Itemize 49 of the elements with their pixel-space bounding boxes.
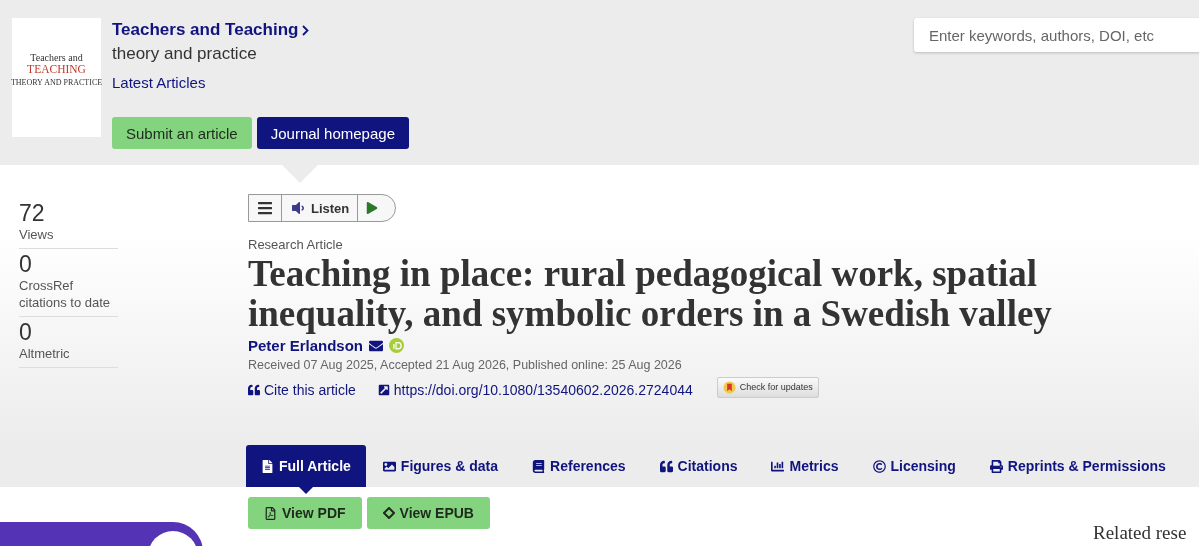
pdf-file-icon: [264, 506, 277, 520]
author-link[interactable]: Peter Erlandson: [248, 337, 364, 354]
document-icon: [261, 459, 274, 473]
metric-label: Views: [19, 227, 55, 244]
related-heading: Related rese: [1093, 522, 1187, 544]
article-tab[interactable]: Metrics: [754, 445, 856, 487]
search-field[interactable]: Enter keywords, authors, DOI, etc: [914, 18, 1199, 52]
menu-icon: [257, 200, 273, 216]
image-icon: [382, 459, 396, 473]
article-tab[interactable]: Licensing: [855, 445, 973, 487]
speaker-icon: [290, 200, 306, 216]
envelope-icon[interactable]: [369, 338, 384, 353]
printer-icon: [989, 459, 1003, 473]
check-updates-button[interactable]: Check for updates: [716, 376, 819, 398]
metric-label: CrossRef citations to date: [19, 277, 112, 312]
view-pdf-button[interactable]: View PDF: [248, 497, 362, 529]
view-epub-button[interactable]: View EPUB: [366, 497, 490, 529]
cover-subtitle: THEORY AND PRACTICE: [10, 77, 103, 87]
quote-icon: [659, 459, 673, 473]
article-type: Research Article: [248, 237, 344, 252]
bookmark-icon: [722, 380, 736, 394]
diamond-icon: [382, 507, 395, 519]
copyright-icon: [872, 459, 886, 473]
article-tab[interactable]: References: [515, 445, 643, 487]
external-link-icon: [377, 384, 390, 396]
journal-homepage-button[interactable]: Journal homepage: [256, 117, 409, 149]
publication-dates: Received 07 Aug 2025, Accepted 21 Aug 2026, Published online: 25 Aug 2026: [248, 358, 683, 372]
metric-value: 0: [19, 250, 32, 278]
metric-value: 0: [19, 318, 32, 346]
journal-subtitle: theory and practice: [112, 44, 258, 64]
submit-article-button[interactable]: Submit an article: [112, 117, 252, 149]
cite-link[interactable]: Cite this article: [248, 382, 356, 398]
book-icon: [532, 459, 546, 473]
doi-link[interactable]: https://doi.org/10.1080/13540602.2026.2724044: [377, 382, 693, 398]
article-tab[interactable]: Reprints & Permissions: [972, 445, 1183, 487]
article-title: Teaching in place: rural pedagogical work, spatial inequality, and symbolic orders in a Swedish valley: [248, 254, 1053, 334]
cover-title: TEACHING: [27, 63, 86, 76]
article-tab[interactable]: Full Article: [246, 445, 366, 487]
chevron-icon: [302, 24, 310, 36]
quote-icon: [248, 384, 260, 396]
cover-title: Teachers and: [30, 52, 83, 63]
bar-chart-icon: [771, 459, 785, 473]
metric-label: Altmetric: [19, 345, 71, 363]
latest-articles-link[interactable]: Latest Articles: [112, 74, 206, 91]
metric-value: 72: [19, 200, 45, 227]
article-tab[interactable]: Citations: [642, 445, 755, 487]
play-icon: [366, 202, 379, 214]
journal-title-link[interactable]: Teachers and Teaching: [112, 20, 310, 40]
article-tab[interactable]: Figures & data: [365, 445, 516, 487]
